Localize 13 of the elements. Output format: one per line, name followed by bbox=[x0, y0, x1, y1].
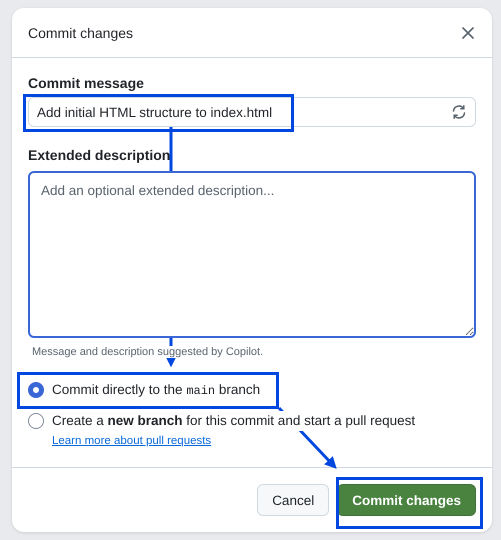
radio-button[interactable] bbox=[28, 413, 44, 429]
field-label: Extended description bbox=[28, 147, 172, 163]
close-icon[interactable] bbox=[460, 24, 476, 40]
description-field[interactable]: Add an optional extended description... bbox=[28, 171, 476, 338]
hint-text: Message and description suggested by Copilot. bbox=[32, 346, 264, 358]
option-label: Create a new branch for this commit and start a pull request bbox=[52, 411, 416, 431]
commit-message-field[interactable]: Add initial HTML structure to index.html bbox=[28, 97, 476, 127]
commit-button[interactable]: Commit changes bbox=[337, 484, 476, 516]
dialog-title: Commit changes bbox=[28, 24, 134, 40]
cancel-button[interactable]: Cancel bbox=[257, 484, 330, 516]
radio-button[interactable] bbox=[28, 382, 44, 398]
refresh-icon[interactable] bbox=[451, 104, 467, 120]
field-label: Commit message bbox=[28, 75, 145, 91]
